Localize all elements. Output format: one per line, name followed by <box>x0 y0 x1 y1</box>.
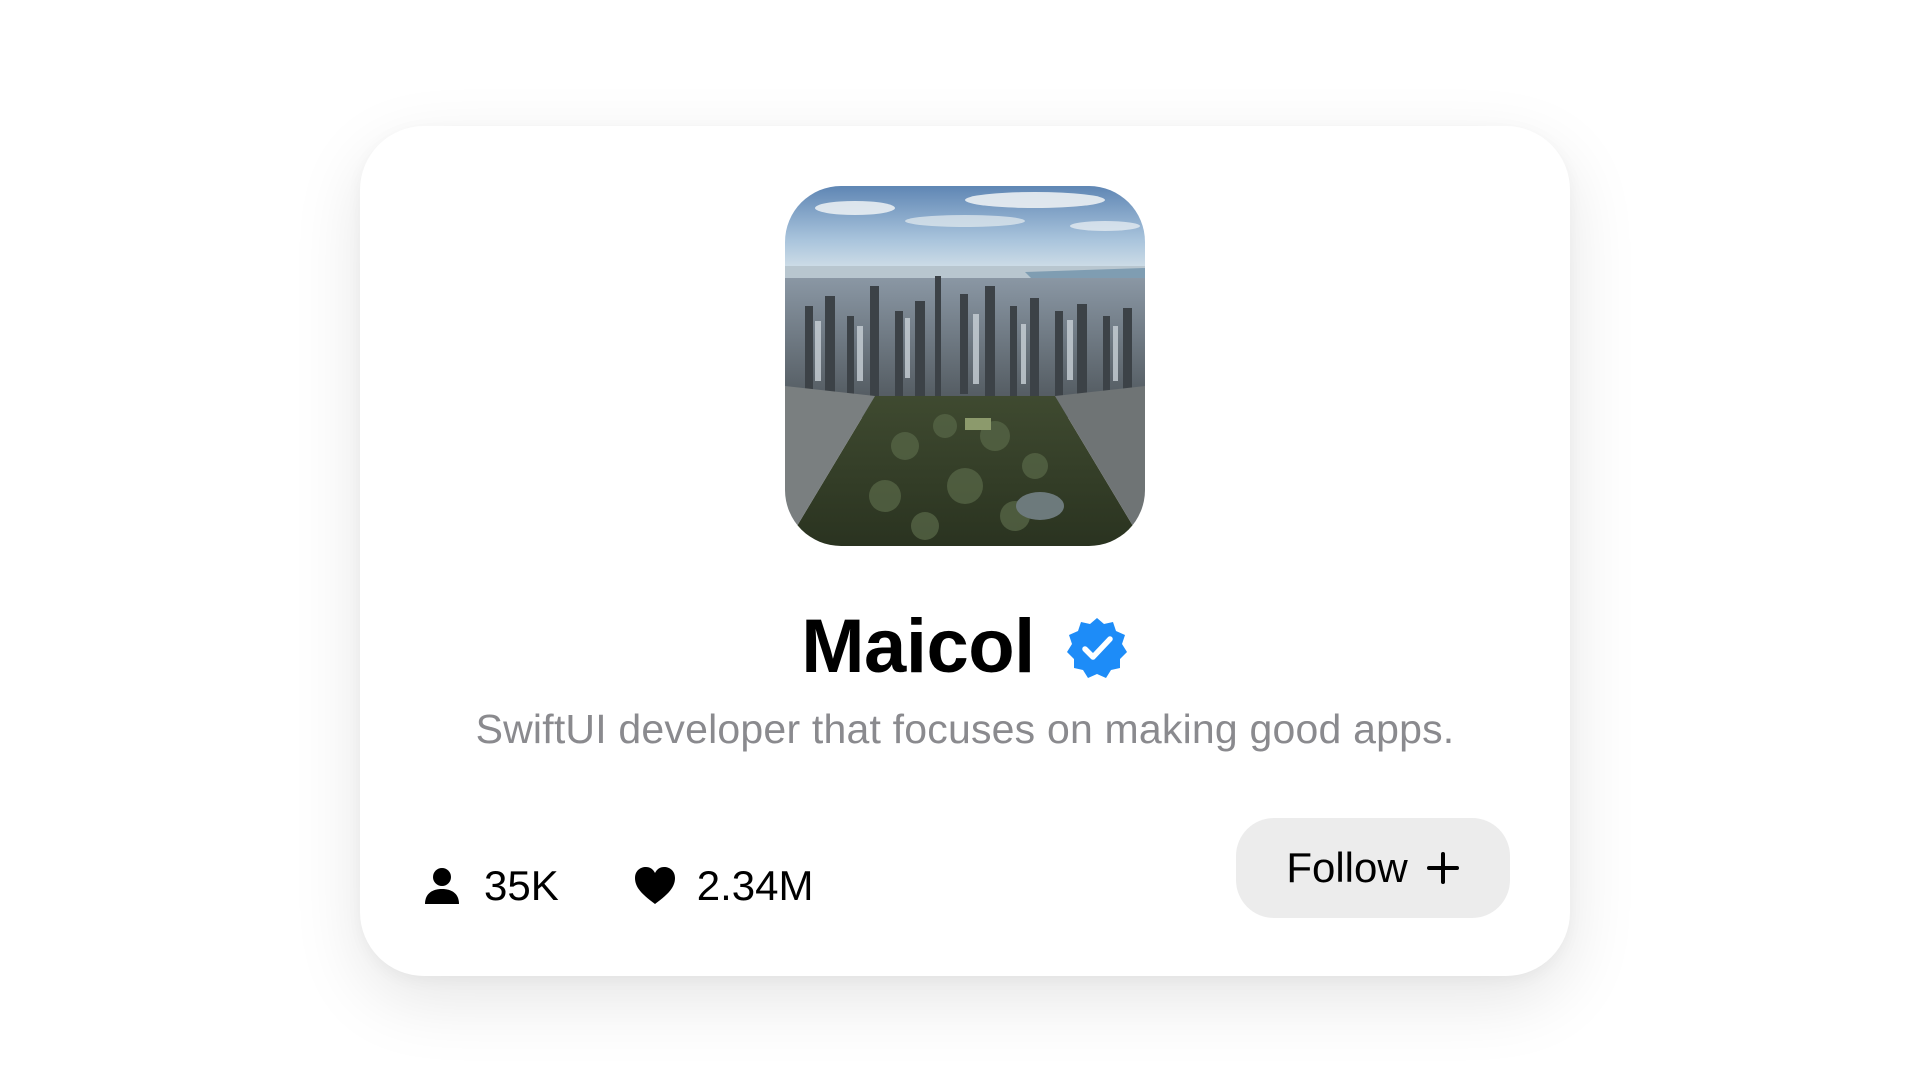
verified-badge-icon <box>1065 616 1129 680</box>
profile-bio: SwiftUI developer that focuses on making… <box>475 706 1455 752</box>
followers-count: 35K <box>484 862 559 909</box>
person-icon <box>420 864 464 908</box>
stats-row: 35K 2.34M <box>420 836 887 936</box>
followers-stat: 35K <box>420 862 559 910</box>
profile-card: Maicol SwiftUI developer that focuses on… <box>360 126 1570 976</box>
follow-button[interactable]: Follow <box>1236 818 1510 918</box>
profile-name: Maicol <box>801 603 1035 689</box>
heart-icon <box>633 864 677 908</box>
city-skyline-image <box>785 186 1145 546</box>
page: Maicol SwiftUI developer that focuses on… <box>0 0 1920 1080</box>
profile-photo <box>785 186 1145 546</box>
name-row: Maicol <box>360 596 1570 696</box>
likes-stat: 2.34M <box>633 862 814 910</box>
likes-count: 2.34M <box>696 862 814 909</box>
plus-icon <box>1426 851 1460 885</box>
follow-button-label: Follow <box>1286 844 1408 891</box>
